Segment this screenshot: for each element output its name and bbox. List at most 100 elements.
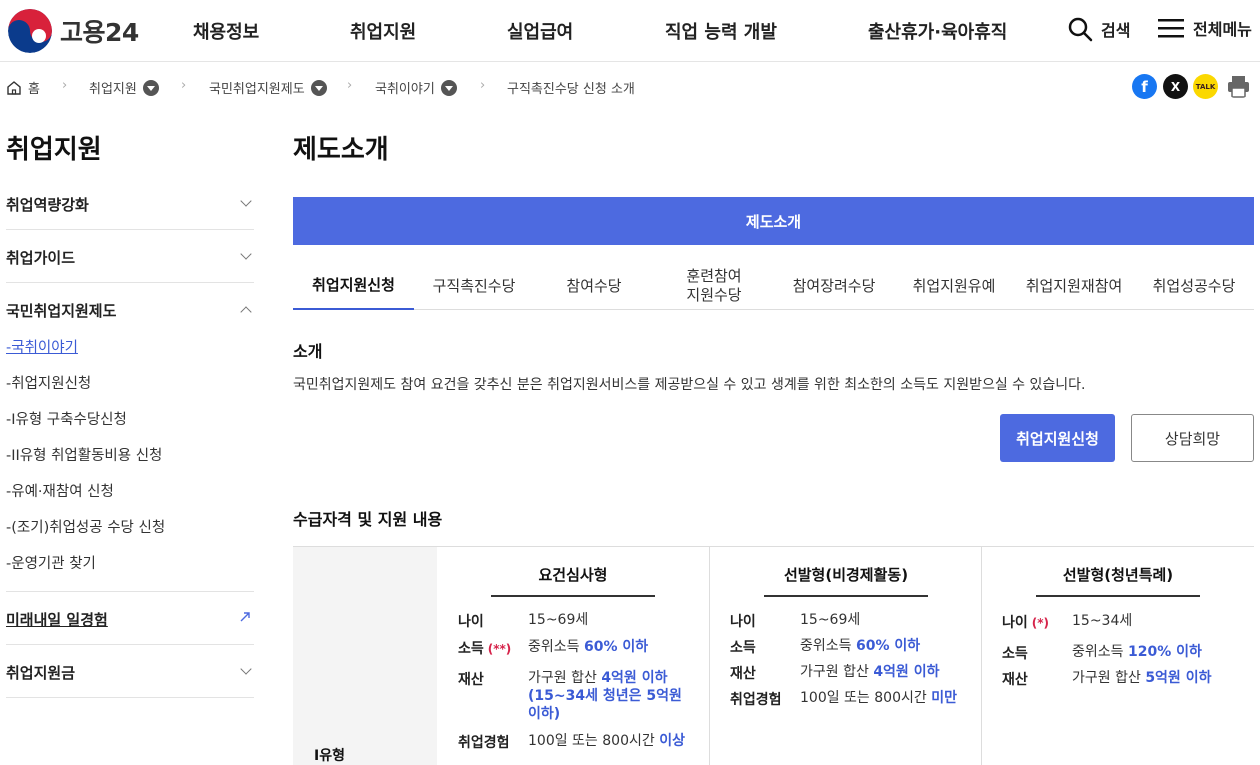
sidebar-item-label: 국민취업지원제도: [6, 302, 117, 320]
tab-participation-allowance[interactable]: 참여수당: [534, 262, 654, 310]
row-value-highlight: 60% 이하: [583, 639, 649, 655]
nav-item-unemployment-benefits[interactable]: 실업급여: [507, 18, 573, 44]
row-value-text: 100일 또는 800시간: [528, 733, 660, 749]
sidebar-sub-apply[interactable]: -취업지원신청: [6, 372, 91, 393]
row-value-text: 중위소득: [1072, 644, 1128, 660]
row-key: 재산: [458, 672, 484, 688]
sidebar-sub-success[interactable]: -(조기)취업성공 수당 신청: [6, 516, 165, 537]
sidebar-item-competency[interactable]: 취업역량강화: [6, 194, 254, 215]
dropdown-icon[interactable]: [142, 79, 159, 96]
row-value-highlight: 60% 이하: [855, 638, 921, 654]
sidebar-item-national-program[interactable]: 국민취업지원제도: [6, 300, 254, 321]
column-title: 선발형(청년특례): [1036, 564, 1200, 597]
breadcrumb-home[interactable]: 홈: [6, 78, 40, 97]
breadcrumb: 홈 › 취업지원 › 국민취업지원제도 › 국취이야기 › 구직촉진수당 신청 …: [0, 68, 1260, 106]
breadcrumb-story[interactable]: 국취이야기: [375, 78, 457, 97]
row-key: 소득: [1002, 646, 1028, 662]
required-mark: (*): [1031, 616, 1050, 630]
site-logo[interactable]: 고용24: [8, 9, 139, 53]
sidebar-sub-agency[interactable]: -운영기관 찾기: [6, 552, 96, 573]
row-label: I유형: [314, 748, 345, 764]
nav-item-employment-support[interactable]: 취업지원: [350, 18, 416, 44]
tab-rejoin[interactable]: 취업지원재참여: [1014, 262, 1134, 310]
page-title: 제도소개: [293, 135, 389, 165]
breadcrumb-national-program[interactable]: 국민취업지원제도: [209, 78, 327, 97]
sidebar-item-label: 미래내일 일경험: [6, 611, 108, 629]
sidebar-sub-defer[interactable]: -유예·재참여 신청: [6, 480, 114, 501]
row-value-highlight: 미만: [931, 690, 957, 706]
consult-button[interactable]: 상담희망: [1131, 414, 1254, 462]
tab-defer[interactable]: 취업지원유예: [894, 262, 1014, 310]
row-key: 나이 (*): [1002, 612, 1072, 632]
row-key: 취업경험: [458, 735, 510, 751]
row-value: 15~69세: [528, 612, 589, 628]
sidebar-item-work-experience[interactable]: 미래내일 일경험: [6, 609, 254, 630]
row-value-highlight: 이상: [659, 733, 685, 749]
facebook-share-icon[interactable]: f: [1132, 74, 1157, 99]
row-value-text: 가구원 합산: [1072, 670, 1146, 686]
divider: [6, 591, 254, 592]
breadcrumb-current: 구직촉진수당 신청 소개: [507, 82, 635, 97]
table-column-selection-youth: 선발형(청년특례) 나이 (*) 15~34세 소득 중위소득 120% 이하 재…: [982, 547, 1254, 765]
divider: [6, 282, 254, 283]
nav-item-vocational-training[interactable]: 직업 능력 개발: [665, 18, 777, 44]
sidebar-sub-story[interactable]: -국취이야기: [6, 336, 78, 357]
tab-apply[interactable]: 취업지원신청: [293, 262, 414, 310]
row-value: 가구원 합산 5억원 이하: [1072, 669, 1247, 687]
tab-training-allowance[interactable]: 훈련참여 지원수당: [654, 262, 774, 310]
intro-text: 국민취업지원제도 참여 요건을 갖추신 분은 취업지원서비스를 제공받으실 수 …: [293, 377, 1086, 393]
full-menu-label: 전체메뉴: [1193, 20, 1252, 39]
dropdown-icon[interactable]: [440, 79, 457, 96]
chevron-down-icon: [240, 248, 252, 260]
sidebar-sub-type1[interactable]: -I유형 구축수당신청: [6, 408, 127, 429]
row-value-text: 중위소득: [800, 638, 856, 654]
row-value-text: 가구원 합산: [800, 664, 874, 680]
nav-item-parental-leave[interactable]: 출산휴가·육아휴직: [868, 18, 1007, 44]
sidebar-sub-type2[interactable]: -II유형 취업활동비용 신청: [6, 444, 162, 465]
column-title: 선발형(비경제활동): [764, 564, 928, 597]
row-value-text: 100일 또는 800시간: [800, 690, 932, 706]
row-key: 취업경험: [730, 692, 782, 708]
external-link-icon: [240, 612, 250, 622]
chevron-right-icon: ›: [347, 78, 353, 93]
eligibility-heading: 수급자격 및 지원 내용: [293, 510, 443, 529]
row-value-highlight: 4억원 이하: [873, 664, 940, 680]
divider: [6, 697, 254, 698]
table-row-header: I유형: [293, 547, 437, 765]
sidebar-title: 취업지원: [6, 135, 102, 165]
sidebar-item-label: 취업역량강화: [6, 196, 89, 214]
print-icon[interactable]: [1226, 74, 1251, 99]
row-value: 가구원 합산 4억원 이하: [800, 663, 975, 681]
search-button[interactable]: 검색: [1067, 16, 1130, 42]
table-column-review: 요건심사형 나이 15~69세 소득 (**) 중위소득 60% 이하 재산 가구…: [437, 547, 709, 765]
row-key: 재산: [730, 666, 756, 682]
tab-encouragement-allowance[interactable]: 참여장려수당: [774, 262, 894, 310]
apply-button[interactable]: 취업지원신청: [1000, 414, 1115, 462]
row-value-text: 가구원 합산: [528, 670, 602, 686]
row-key: 소득 (**): [458, 638, 528, 658]
table-column-selection-inactive: 선발형(비경제활동) 나이 15~69세 소득 중위소득 60% 이하 재산 가…: [710, 547, 981, 765]
row-value-text: 중위소득: [528, 639, 584, 655]
row-value: 15~69세: [800, 612, 861, 628]
section-banner: 제도소개: [293, 197, 1254, 245]
sidebar-item-subsidy[interactable]: 취업지원금: [6, 662, 254, 683]
dropdown-icon[interactable]: [310, 79, 327, 96]
breadcrumb-label: 국취이야기: [375, 82, 435, 97]
nav-item-jobs[interactable]: 채용정보: [193, 18, 259, 44]
x-share-icon[interactable]: X: [1163, 74, 1188, 99]
kakao-share-icon[interactable]: TALK: [1193, 74, 1218, 99]
sidebar-item-guide[interactable]: 취업가이드: [6, 247, 254, 268]
row-value-highlight: 120% 이하: [1127, 644, 1202, 660]
home-icon: [7, 80, 21, 95]
row-key: 소득: [730, 640, 756, 656]
row-value: 중위소득 60% 이하: [800, 637, 975, 655]
eligibility-table: I유형 요건심사형 나이 15~69세 소득 (**) 중위소득 60% 이하 재…: [293, 546, 1254, 765]
tab-success-allowance[interactable]: 취업성공수당: [1134, 262, 1254, 310]
chevron-right-icon: ›: [181, 78, 187, 93]
breadcrumb-employment-support[interactable]: 취업지원: [89, 78, 159, 97]
row-key: 나이: [458, 614, 484, 630]
search-icon: [1068, 17, 1093, 42]
full-menu-button[interactable]: 전체메뉴: [1157, 16, 1252, 40]
site-header: 고용24 채용정보 취업지원 실업급여 직업 능력 개발 출산휴가·육아휴직 검…: [0, 0, 1260, 62]
tab-job-seeking-allowance[interactable]: 구직촉진수당: [414, 262, 534, 310]
